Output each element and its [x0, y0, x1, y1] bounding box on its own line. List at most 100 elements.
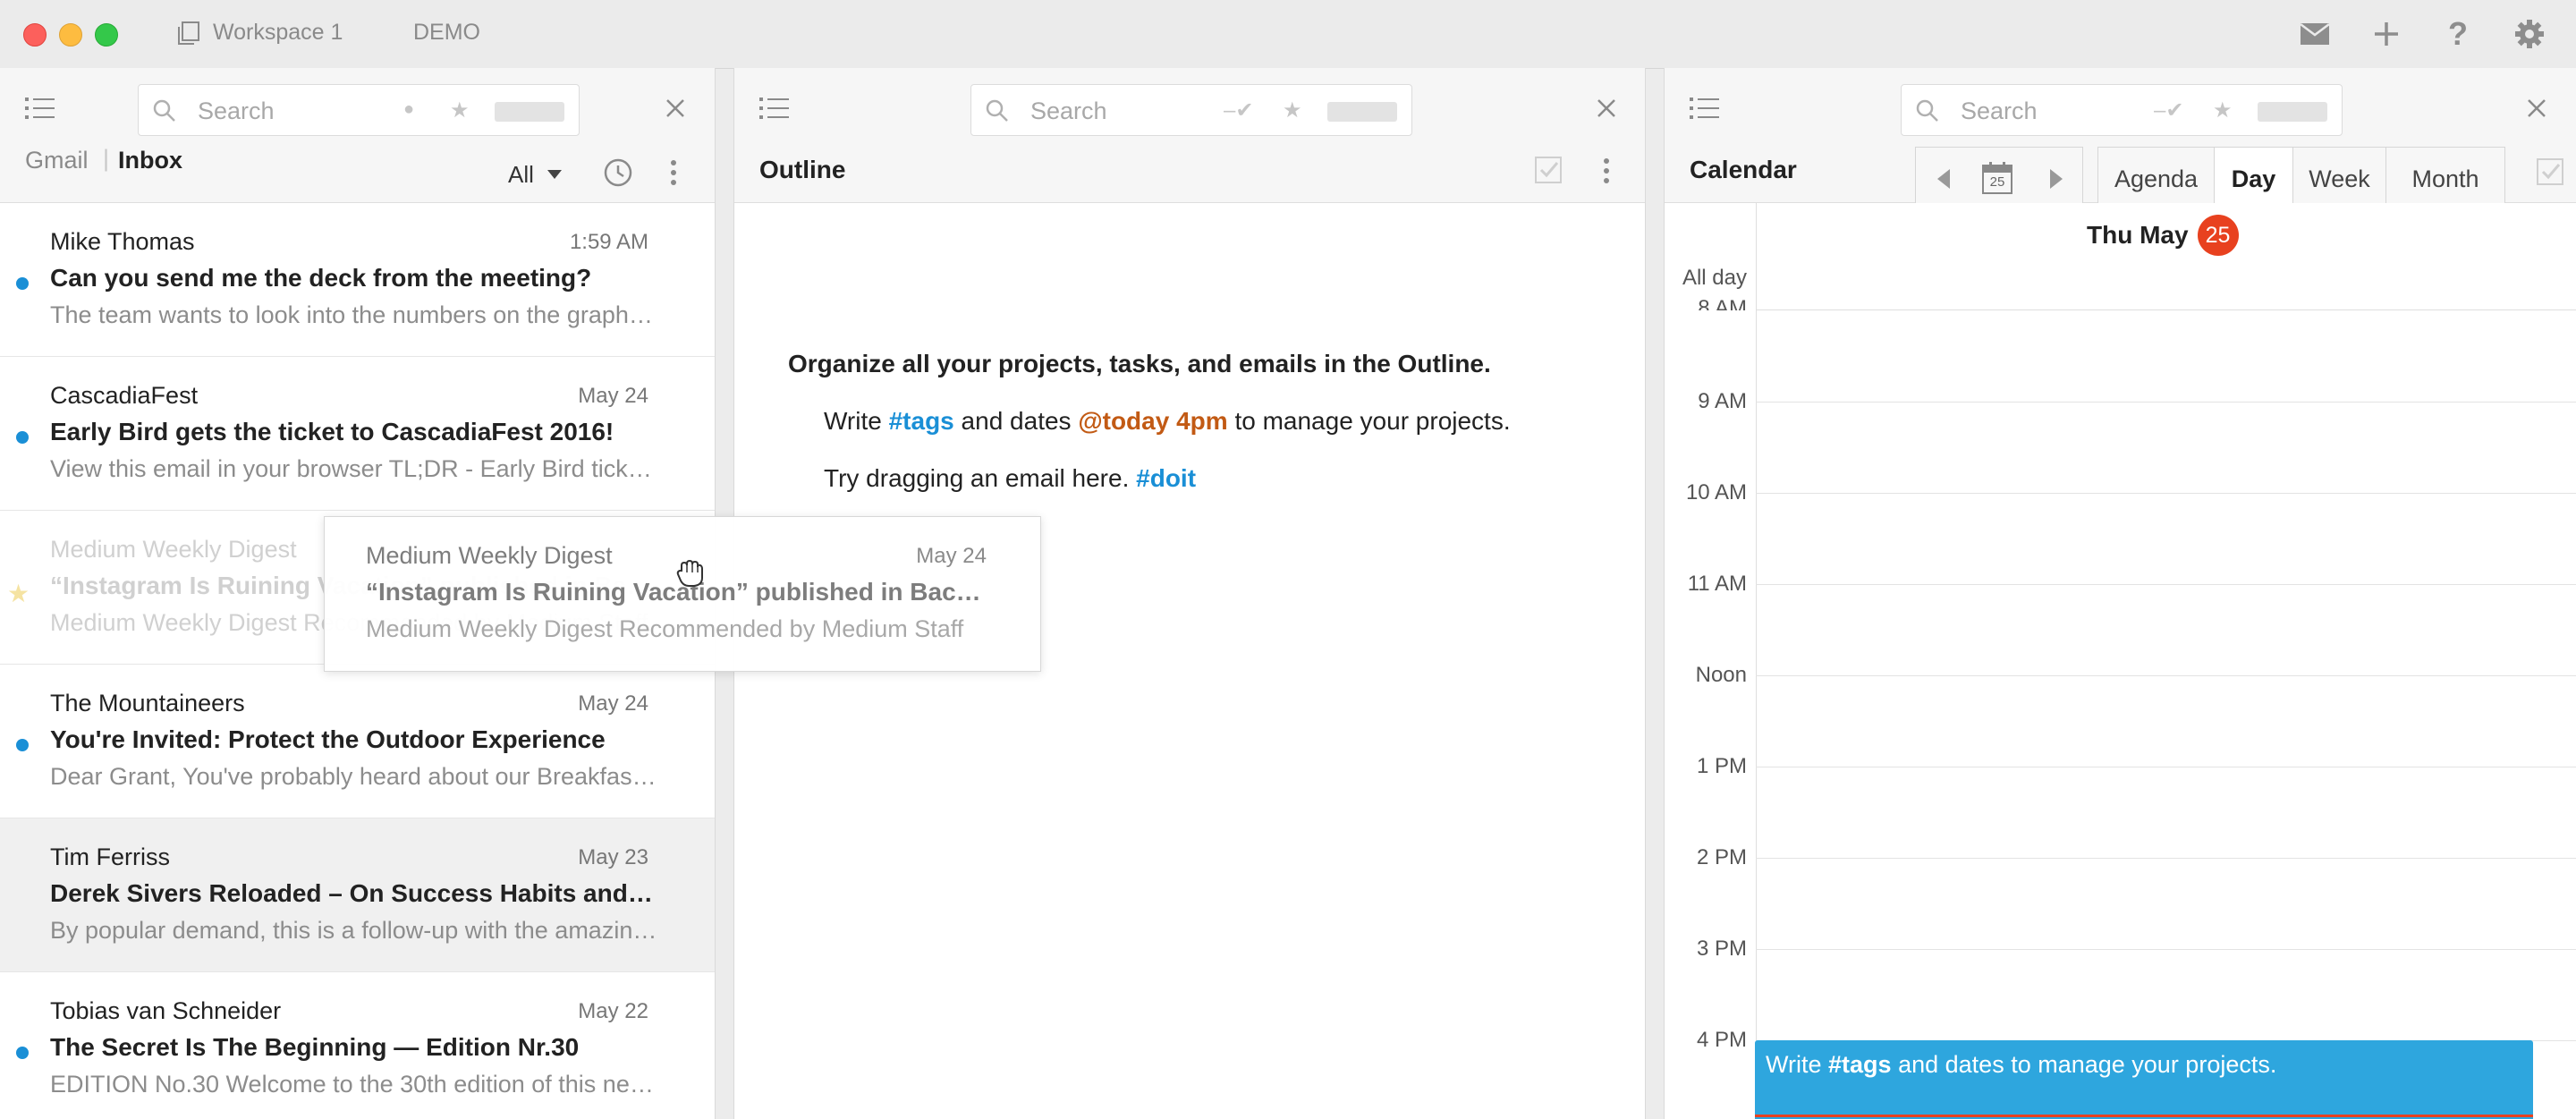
done-filter-icon[interactable]: –✔	[1224, 97, 1253, 123]
workspace-title[interactable]: Workspace 1	[213, 20, 343, 46]
mail-item-selected[interactable]: Tim Ferriss May 23 Derek Sivers Reloaded…	[0, 818, 715, 972]
mail-search-box[interactable]: Search ● ★	[138, 84, 580, 136]
filter-dropdown[interactable]: All	[508, 161, 534, 189]
view-week-button[interactable]: Week	[2293, 148, 2386, 210]
gear-icon[interactable]	[2512, 16, 2547, 52]
hour-line	[1756, 493, 2576, 494]
mail-subject: Can you send me the deck from the meetin…	[50, 264, 592, 292]
outline-item[interactable]: Try dragging an email here. #doit	[824, 464, 1196, 493]
window-maximize-button[interactable]	[95, 23, 118, 47]
view-day-button[interactable]: Day	[2215, 148, 2293, 210]
close-icon[interactable]	[2521, 93, 2552, 123]
view-agenda-button[interactable]: Agenda	[2098, 148, 2215, 210]
account-label[interactable]: Gmail	[25, 147, 89, 174]
calendar-panel-header: Search –✔ ★ Calendar 25 Agenda Day Week …	[1665, 68, 2576, 211]
mail-date: May 23	[578, 845, 648, 869]
mail-item[interactable]: Tobias van Schneider May 22 The Secret I…	[0, 972, 715, 1119]
outline-panel-header: Search –✔ ★ Outline	[734, 68, 1645, 203]
mail-date: 1:59 AM	[569, 230, 648, 254]
done-filter-icon[interactable]: –✔	[2154, 97, 2183, 123]
more-icon[interactable]	[669, 159, 678, 186]
blurred-filter	[495, 102, 564, 122]
star-filter-icon[interactable]: ★	[450, 97, 470, 123]
unread-dot	[16, 1047, 29, 1059]
checkbox-icon[interactable]	[1534, 156, 1563, 184]
outline-search-box[interactable]: Search –✔ ★	[970, 84, 1412, 136]
hour-line	[1756, 949, 2576, 950]
checkbox-icon[interactable]	[2536, 157, 2564, 186]
calendar-event[interactable]: Write #tags and dates to manage your pro…	[1755, 1040, 2533, 1119]
outline-item[interactable]: Organize all your projects, tasks, and e…	[788, 350, 1491, 378]
mail-sender: CascadiaFest	[50, 382, 199, 409]
help-icon[interactable]: ?	[2440, 15, 2476, 52]
hashtag[interactable]: #tags	[889, 407, 954, 435]
hour-label: 3 PM	[1696, 937, 1747, 961]
event-text: Write	[1766, 1051, 1822, 1078]
hour-label: 10 AM	[1685, 480, 1747, 504]
star-filter-icon[interactable]: ★	[2213, 97, 2233, 123]
close-icon[interactable]	[1591, 93, 1622, 123]
hour-label: 1 PM	[1696, 754, 1747, 778]
drag-preview: Medium Weekly Digest May 24 “Instagram I…	[324, 516, 1041, 672]
search-icon	[1916, 99, 1938, 122]
hashtag[interactable]: #doit	[1136, 464, 1196, 492]
view-month-button[interactable]: Month	[2386, 148, 2504, 210]
mail-preview: By popular demand, this is a follow-up w…	[50, 917, 658, 944]
mail-icon[interactable]	[2297, 16, 2333, 52]
unread-filter-icon[interactable]: ●	[403, 99, 414, 120]
search-input[interactable]: Search	[1961, 97, 2038, 125]
blurred-filter	[2258, 102, 2327, 122]
mail-item[interactable]: CascadiaFest May 24 Early Bird gets the …	[0, 357, 715, 511]
hour-line	[1756, 584, 2576, 585]
hour-line	[1756, 858, 2576, 859]
search-icon	[153, 99, 175, 122]
folder-label[interactable]: Inbox	[118, 147, 182, 174]
close-icon[interactable]	[660, 93, 691, 123]
panel-title: Calendar	[1690, 156, 1797, 183]
unread-dot	[16, 739, 29, 751]
mail-date: May 24	[916, 544, 987, 568]
today-calendar-icon[interactable]: 25	[1982, 162, 2012, 194]
window-close-button[interactable]	[23, 23, 47, 47]
mail-item[interactable]: The Mountaineers May 24 You're Invited: …	[0, 665, 715, 818]
date-nav: 25	[1915, 147, 2083, 211]
mail-date: May 24	[578, 384, 648, 408]
star-icon[interactable]: ★	[7, 579, 30, 608]
list-icon[interactable]	[1690, 95, 1720, 122]
next-arrow-icon[interactable]	[2050, 169, 2063, 189]
list-icon[interactable]	[759, 95, 790, 122]
window-minimize-button[interactable]	[59, 23, 82, 47]
all-day-divider	[1756, 309, 2576, 310]
search-input[interactable]: Search	[198, 97, 275, 125]
mail-preview: The team wants to look into the numbers …	[50, 301, 658, 328]
hour-label: 9 AM	[1698, 389, 1747, 413]
outline-text: Try dragging an email here.	[824, 464, 1130, 492]
workspace-icon[interactable]	[175, 20, 202, 47]
hour-label: 11 AM	[1687, 572, 1747, 596]
mail-item[interactable]: Mike Thomas 1:59 AM Can you send me the …	[0, 203, 715, 357]
mail-panel-header: Search ● ★ Gmail | Inbox All	[0, 68, 715, 203]
mail-preview: View this email in your browser TL;DR - …	[50, 455, 658, 482]
outline-text: Write	[824, 407, 882, 435]
mail-sender: The Mountaineers	[50, 690, 245, 716]
caret-down-icon	[547, 170, 562, 179]
list-icon[interactable]	[25, 95, 55, 122]
plus-icon[interactable]	[2368, 16, 2404, 52]
star-filter-icon[interactable]: ★	[1283, 97, 1302, 123]
date-tag[interactable]: @today 4pm	[1078, 407, 1227, 435]
mail-preview: EDITION No.30 Welcome to the 30th editio…	[50, 1071, 658, 1098]
hour-label: Noon	[1695, 663, 1747, 687]
event-hashtag: #tags	[1828, 1051, 1892, 1078]
blurred-filter	[1327, 102, 1397, 122]
clock-icon[interactable]	[603, 157, 633, 188]
calendar-search-box[interactable]: Search –✔ ★	[1901, 84, 2343, 136]
outline-text: and dates	[961, 407, 1072, 435]
day-view: Thu May 25 All day 8 AM 9 AM 10 AM 11 AM…	[1665, 203, 2576, 1119]
more-icon[interactable]	[1602, 157, 1611, 184]
prev-arrow-icon[interactable]	[1937, 169, 1950, 189]
search-input[interactable]: Search	[1030, 97, 1107, 125]
outline-item[interactable]: Write #tags and dates @today 4pm to mana…	[824, 407, 1511, 436]
search-icon	[986, 99, 1008, 122]
time-gutter-divider	[1756, 203, 1757, 1119]
mail-sender: Tim Ferriss	[50, 843, 170, 870]
